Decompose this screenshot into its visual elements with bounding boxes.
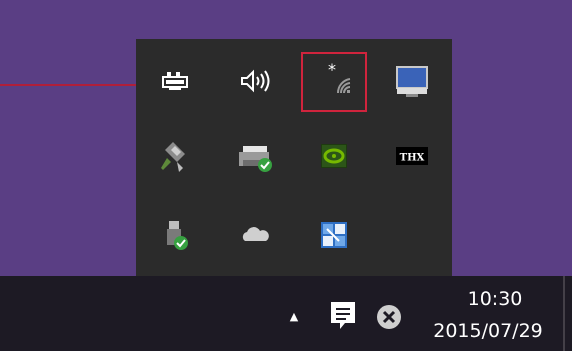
onedrive-icon[interactable] xyxy=(223,203,287,267)
status-error-button[interactable] xyxy=(374,302,404,332)
volume-icon[interactable] xyxy=(223,49,287,113)
usb-device-icon[interactable] xyxy=(143,124,207,188)
power-battery-icon[interactable] xyxy=(143,49,207,113)
clock-date[interactable]: 2015/07/29 xyxy=(423,320,553,342)
show-hidden-icons-button[interactable]: ▲ xyxy=(284,306,304,326)
nvidia-icon[interactable] xyxy=(302,124,366,188)
clock-time[interactable]: 10:30 xyxy=(455,288,535,310)
chevron-up-icon: ▲ xyxy=(289,309,299,323)
language-ime-icon[interactable] xyxy=(302,203,366,267)
printer-ok-icon[interactable] xyxy=(223,124,287,188)
taskbar-divider xyxy=(563,276,565,351)
wifi-icon-highlight xyxy=(301,52,367,112)
notification-icon xyxy=(331,302,355,329)
close-circle-icon xyxy=(377,305,401,329)
usb-safe-remove-icon[interactable] xyxy=(143,203,207,267)
display-icon[interactable] xyxy=(380,49,444,113)
thx-icon[interactable]: THX xyxy=(380,124,444,188)
thx-label: THX xyxy=(400,153,425,164)
action-center-button[interactable] xyxy=(326,298,360,332)
